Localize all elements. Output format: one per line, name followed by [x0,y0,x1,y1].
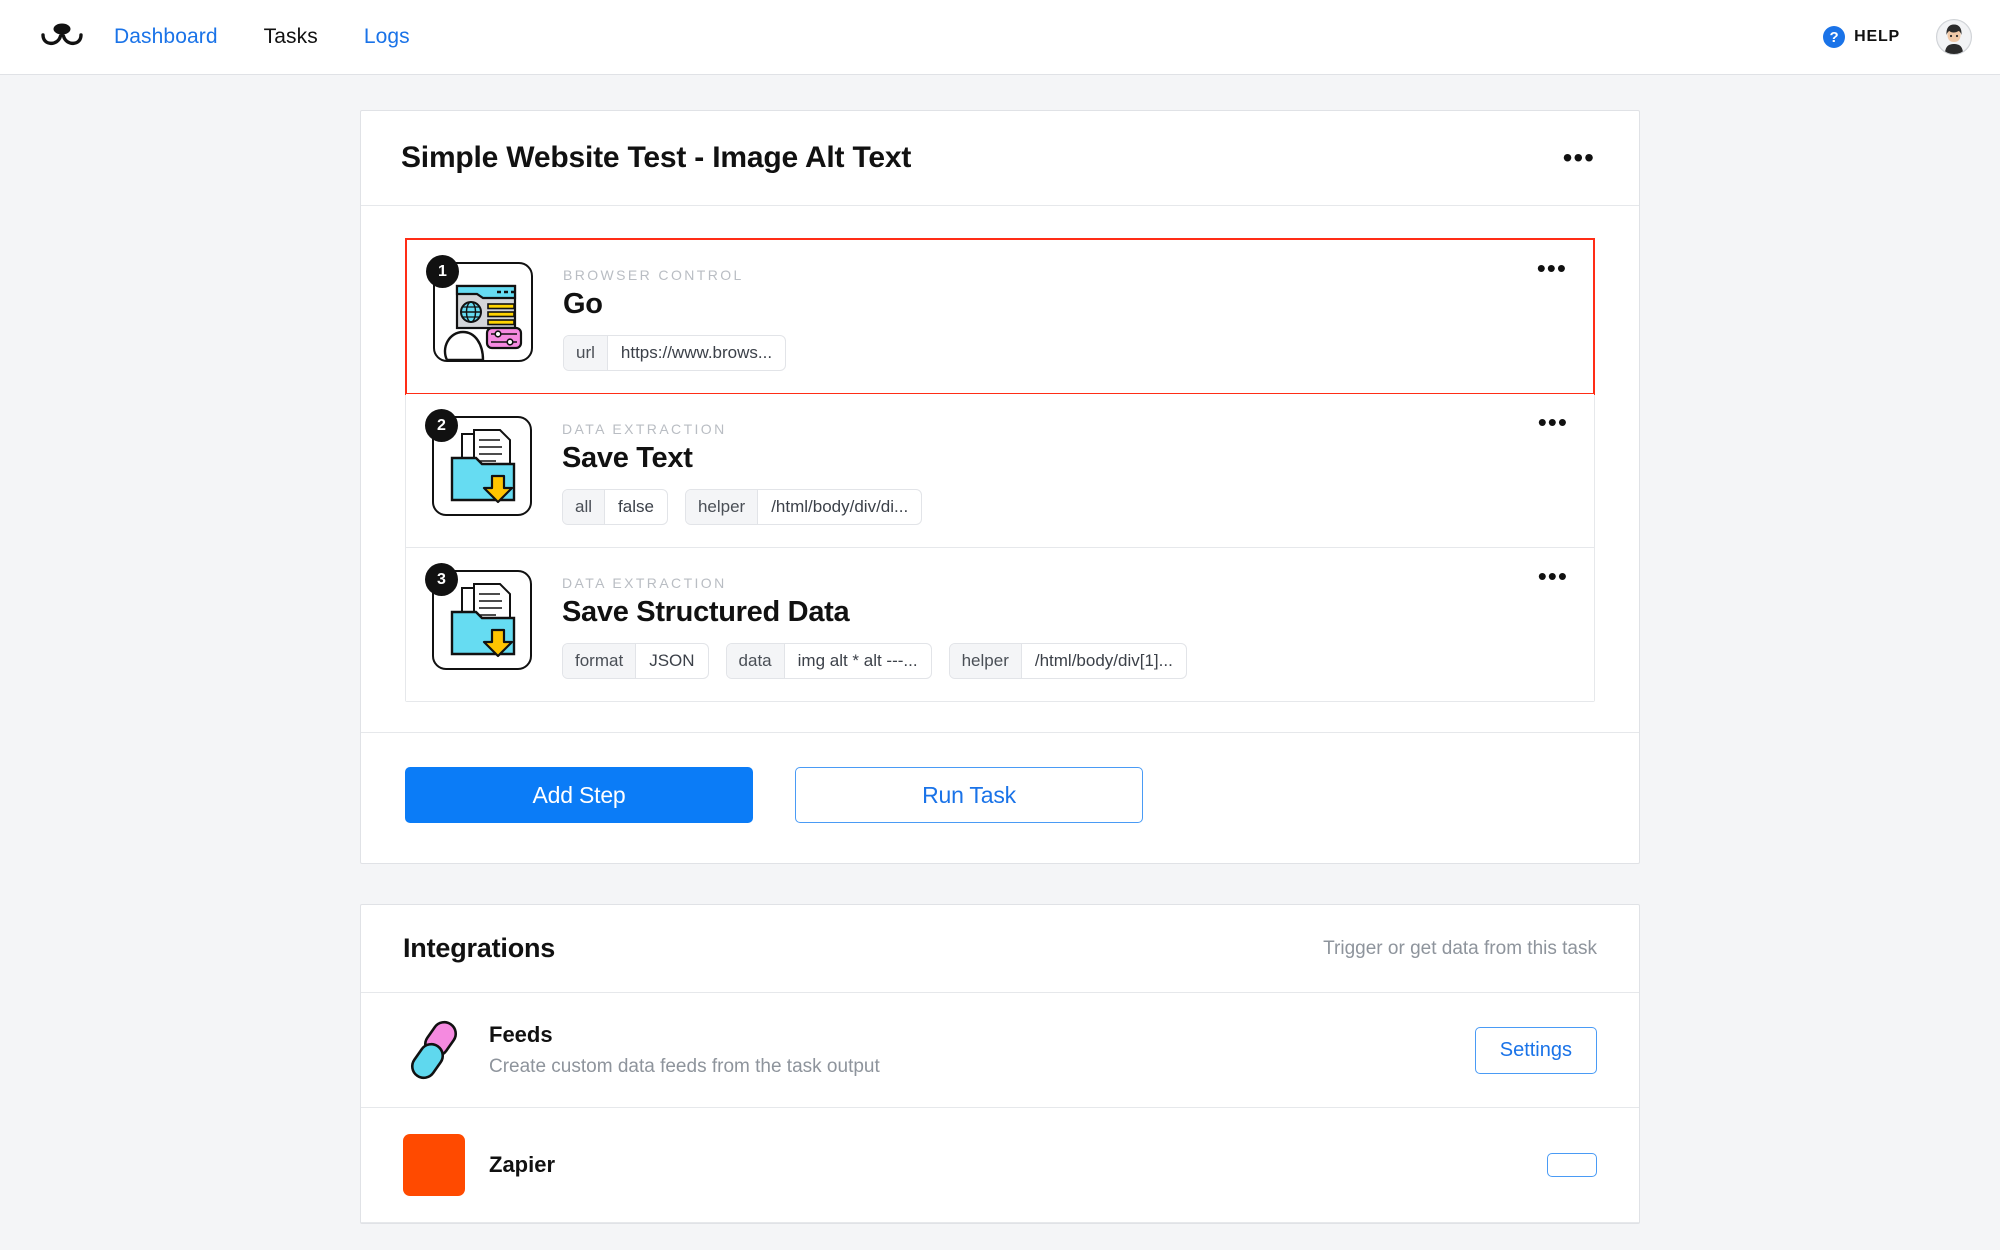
step-row-1[interactable]: 1 BROWSER CONTROL Go url https://www.bro… [405,238,1595,395]
step-1-icon-group: 1 [426,255,533,362]
task-card-header: Simple Website Test - Image Alt Text ••• [361,111,1639,206]
step-1-body: BROWSER CONTROL Go url https://www.brows… [563,262,1567,371]
add-step-button[interactable]: Add Step [405,767,753,823]
step-category-label: BROWSER CONTROL [563,267,744,283]
integration-description: Create custom data feeds from the task o… [489,1056,880,1077]
param-key: data [726,644,785,678]
feeds-settings-button[interactable]: Settings [1474,1026,1597,1074]
top-bar-right-group: ? HELP [1823,19,1972,55]
step-1-overflow-menu-icon[interactable]: ••• [1533,255,1571,281]
integrations-subtitle: Trigger or get data from this task [1323,937,1597,959]
param-format[interactable]: format JSON [562,643,709,679]
param-value: img alt * alt ---... [797,651,918,670]
step-3-body: DATA EXTRACTION Save Structured Data for… [562,570,1568,679]
task-card: Simple Website Test - Image Alt Text •••… [360,110,1640,864]
zapier-settings-button[interactable] [1547,1153,1597,1177]
step-3-icon-group: 3 [425,563,532,670]
param-value: false [618,497,654,516]
zapier-icon [403,1134,465,1196]
nav-link-dashboard[interactable]: Dashboard [114,25,218,49]
integration-row-feeds[interactable]: Feeds Create custom data feeds from the … [361,993,1639,1108]
chain-link-illustration [410,1020,458,1080]
step-2-params: all false helper /html/body/div/di... [562,489,1568,525]
main-nav: Dashboard Tasks Logs [114,25,410,49]
step-2-overflow-menu-icon[interactable]: ••• [1534,409,1572,435]
integration-zapier-texts: Zapier [489,1152,555,1178]
param-value: /html/body/div[1]... [1034,651,1173,670]
param-value: JSON [649,651,695,670]
step-2-body: DATA EXTRACTION Save Text all false help… [562,416,1568,525]
step-title: Go [563,288,603,320]
param-key: helper [949,644,1022,678]
step-1-params: url https://www.brows... [563,335,1567,371]
integration-feeds-texts: Feeds Create custom data feeds from the … [489,1022,880,1078]
zapier-icon-square [403,1134,465,1196]
param-helper[interactable]: helper /html/body/div/di... [684,489,923,525]
help-label: HELP [1854,28,1900,45]
step-2-icon-group: 2 [425,409,532,516]
step-3-params: format JSON data img alt * alt ---... he… [562,643,1568,679]
help-question-icon: ? [1823,26,1846,48]
integration-name: Zapier [489,1152,556,1177]
nav-link-tasks[interactable]: Tasks [264,25,318,49]
param-all[interactable]: all false [562,489,668,525]
param-value: https://www.brows... [620,343,773,362]
avatar-illustration [1937,20,1971,54]
param-helper[interactable]: helper /html/body/div[1]... [948,643,1187,679]
avatar[interactable] [1936,19,1972,55]
param-key: all [563,490,606,524]
step-category-label: DATA EXTRACTION [562,421,727,437]
step-title: Save Structured Data [562,596,850,628]
run-task-button[interactable]: Run Task [795,767,1143,823]
chain-link-icon [403,1019,465,1081]
integrations-card: Integrations Trigger or get data from th… [360,904,1640,1224]
step-number-badge: 2 [425,409,458,442]
page-content: Simple Website Test - Image Alt Text •••… [0,75,2000,1250]
param-key: format [563,644,637,678]
integrations-title: Integrations [403,933,556,963]
logo-glyph [41,23,83,46]
task-overflow-menu-icon[interactable]: ••• [1559,144,1599,172]
integration-row-zapier[interactable]: Zapier [361,1108,1639,1223]
step-number-badge: 1 [426,255,459,288]
steps-container: 1 BROWSER CONTROL Go url https://www.bro… [361,206,1639,732]
steps-list: 1 BROWSER CONTROL Go url https://www.bro… [405,238,1595,702]
param-value: /html/body/div/di... [771,497,909,516]
top-navigation-bar: Dashboard Tasks Logs ? HELP [0,0,2000,75]
nav-link-logs[interactable]: Logs [364,25,410,49]
help-button[interactable]: ? HELP [1823,26,1900,48]
step-row-3[interactable]: 3 DATA EXTRACTION Save Structured Data f… [406,548,1594,701]
step-title: Save Text [562,442,693,474]
page-title: Simple Website Test - Image Alt Text [401,141,912,174]
integration-name: Feeds [489,1022,553,1047]
step-category-label: DATA EXTRACTION [562,575,727,591]
param-url[interactable]: url https://www.brows... [563,335,787,371]
step-number-badge: 3 [425,563,458,596]
param-key: helper [685,490,759,524]
param-data[interactable]: data img alt * alt ---... [725,643,932,679]
step-3-overflow-menu-icon[interactable]: ••• [1534,563,1572,589]
integrations-header: Integrations Trigger or get data from th… [361,905,1639,993]
step-row-2[interactable]: 2 DATA EXTRACTION Save Text all false he… [406,394,1594,548]
browse-ai-logo-icon[interactable] [40,15,84,59]
task-actions: Add Step Run Task [361,732,1639,863]
param-key: url [564,336,608,370]
